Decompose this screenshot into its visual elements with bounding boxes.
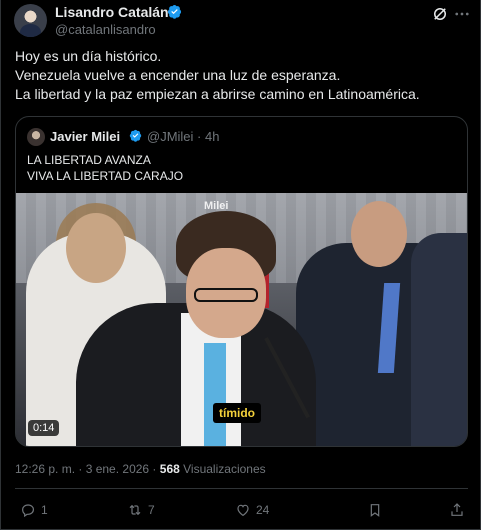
tweet-post[interactable]: Lisandro Catalán @catalanlisandro Hoy es… [0,0,481,530]
repost-icon [129,504,141,516]
bookmark-button[interactable] [367,502,383,518]
video-caption: tímido [213,403,261,423]
grok-icon[interactable] [431,5,449,23]
share-icon [451,503,463,516]
reply-icon [22,504,35,518]
quoted-author-name: Javier Milei [50,129,121,144]
person-right-head [351,201,407,267]
quoted-author-avatar [27,128,45,146]
more-icon[interactable] [453,5,471,23]
post-meta: 12:26 p. m. · 3 ene. 2026 · 568 Visualiz… [15,462,266,476]
share-button[interactable] [449,502,465,518]
like-count: 24 [256,503,270,517]
reply-count: 1 [41,503,48,517]
tweet-line: La libertad y la paz empiezan a abrirse … [15,86,420,102]
verified-badge-icon [129,129,142,142]
video-watermark: Milei [204,200,229,212]
tweet-line: Hoy es un día histórico. [15,48,162,64]
bookmark-icon [370,504,380,517]
quoted-handle-time: @JMilei · 4h [147,129,220,144]
glasses [194,288,258,302]
repost-count: 7 [148,503,155,517]
tweet-text: Hoy es un día histórico. Venezuela vuelv… [15,47,475,104]
video-duration: 0:14 [28,420,60,436]
reply-button[interactable]: 1 [20,502,48,518]
author-avatar[interactable] [14,4,47,37]
views-label: Visualizaciones [179,462,266,476]
divider [15,488,468,489]
quoted-text: LA LIBERTAD AVANZA VIVA LA LIBERTAD CARA… [27,152,183,184]
like-icon [237,504,249,517]
repost-button[interactable]: 7 [127,502,155,518]
video-player[interactable]: Milei tímido 0:14 [16,193,467,446]
verified-badge-icon [167,4,182,19]
person-far-right [411,233,467,446]
like-button[interactable]: 24 [235,502,269,518]
timestamp[interactable]: 12:26 p. m. · 3 ene. 2026 · [15,462,160,476]
quoted-line: LA LIBERTAD AVANZA [27,153,151,167]
quoted-line: VIVA LA LIBERTAD CARAJO [27,169,184,183]
author-handle[interactable]: @catalanlisandro [55,22,156,37]
person-left-head [66,213,126,283]
author-name[interactable]: Lisandro Catalán [55,4,169,20]
person-center-tie [204,343,226,446]
tweet-line: Venezuela vuelve a encender una luz de e… [15,67,341,83]
quoted-tweet[interactable]: Javier Milei @JMilei · 4h LA LIBERTAD AV… [15,116,468,447]
views-count: 568 [159,462,180,476]
